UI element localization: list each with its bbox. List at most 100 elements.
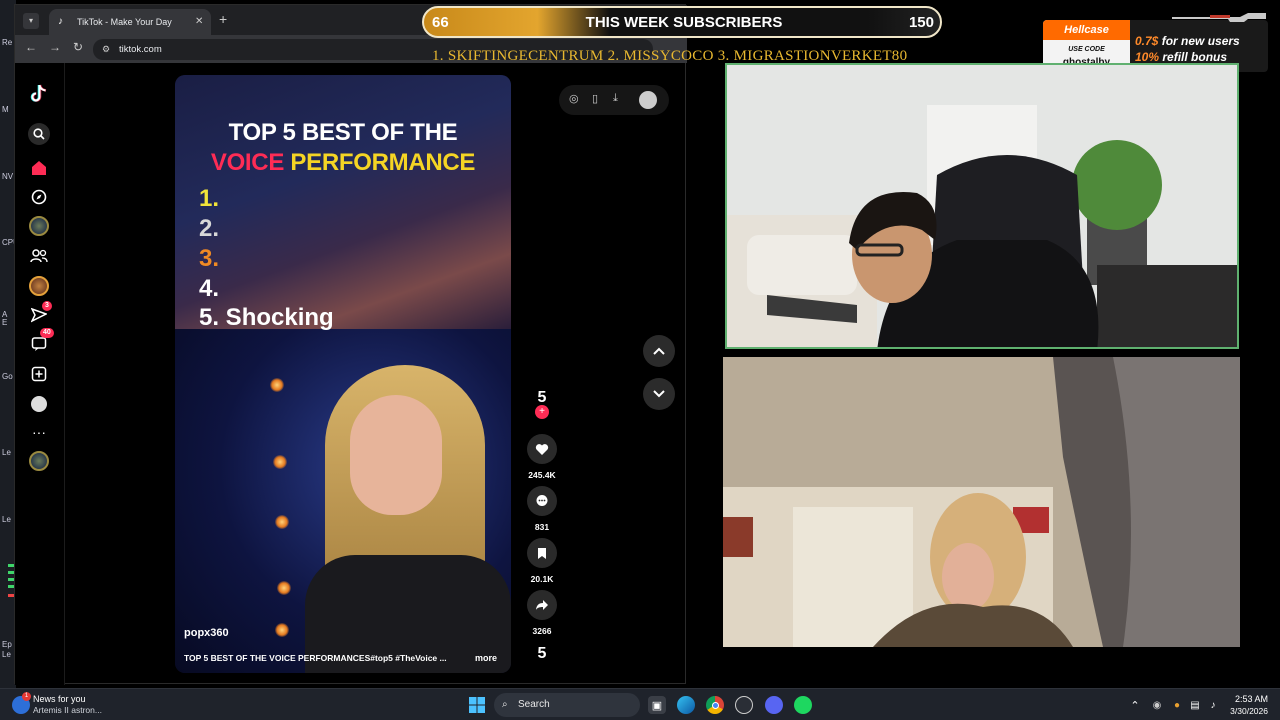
spotify-icon[interactable] <box>794 696 812 714</box>
video-title-frame <box>175 75 511 329</box>
news-title[interactable]: News for you <box>33 694 86 704</box>
upload-icon[interactable] <box>28 363 50 385</box>
video-username[interactable]: popx360 <box>184 627 229 639</box>
account-avatar-icon[interactable] <box>28 450 50 472</box>
next-video-button[interactable] <box>643 378 675 410</box>
save-button[interactable]: 20.1K <box>521 538 563 584</box>
browser-window: ▾ ♪ TikTok - Make Your Day ✕ + ← → ↻ ⚙ t… <box>14 4 687 685</box>
download-icon[interactable]: ⤓ <box>613 92 618 105</box>
comment-count: 831 <box>534 522 550 532</box>
bottom-count: 5 <box>537 645 547 662</box>
compass-icon[interactable]: ◎ <box>569 92 579 105</box>
list-item: 4. <box>199 275 220 302</box>
home-icon[interactable] <box>28 157 50 179</box>
messages-badge: 40 <box>40 328 54 338</box>
search-placeholder: Search <box>518 699 550 710</box>
video-title-line2: VOICE PERFORMANCE <box>175 149 511 177</box>
bookmark-icon <box>527 538 557 568</box>
network-icon[interactable]: ▤ <box>1186 696 1204 714</box>
site-info-icon[interactable]: ⚙ <box>102 39 110 60</box>
reload-icon[interactable]: ↻ <box>73 40 83 54</box>
video-description: TOP 5 BEST OF THE VOICE PERFORMANCES#top… <box>184 653 447 663</box>
task-view-icon[interactable]: ▣ <box>648 696 666 714</box>
discord-icon[interactable] <box>765 696 783 714</box>
hellcase-logo: Hellcase <box>1043 20 1130 40</box>
comment-icon <box>527 486 557 516</box>
chrome-icon[interactable] <box>706 696 724 714</box>
edge-icon[interactable] <box>677 696 695 714</box>
ad-offer-line1: 0.7$ for new users <box>1135 34 1240 48</box>
share-button[interactable]: 3266 <box>521 590 563 636</box>
search-icon: ⌕ <box>502 699 508 710</box>
share-count: 3266 <box>532 626 552 636</box>
live-avatar-icon[interactable] <box>28 275 50 297</box>
start-icon[interactable] <box>468 696 486 714</box>
forward-icon[interactable]: → <box>49 40 61 54</box>
windows-taskbar: 1 News for you Artemis II astron... ⌕ Se… <box>0 688 1280 720</box>
friends-icon[interactable] <box>28 245 50 267</box>
profile-avatar-icon[interactable] <box>28 393 50 415</box>
guest-webcam <box>723 357 1240 647</box>
list-item: 1. <box>199 185 220 212</box>
tab-tiktok[interactable]: ♪ TikTok - Make Your Day ✕ <box>49 9 211 35</box>
tray-app-icon[interactable]: ◉ <box>1148 696 1166 714</box>
back-icon[interactable]: ← <box>25 40 37 54</box>
tiktok-favicon-icon: ♪ <box>58 16 63 27</box>
mobile-icon[interactable]: ▯ <box>592 92 598 105</box>
taskbar-time[interactable]: 2:53 AM <box>1228 694 1268 704</box>
inbox-badge: 3 <box>42 301 52 311</box>
sub-goal-target: 150 <box>908 14 934 31</box>
like-button[interactable]: 245.4K <box>521 434 563 480</box>
video-player[interactable]: TOP 5 BEST OF THE VOICE PERFORMANCE 1. 2… <box>175 75 511 673</box>
search-icon[interactable] <box>28 123 50 145</box>
sub-goal-title: THIS WEEK SUBSCRIBERS <box>585 14 783 31</box>
ad-amount-1: 0.7$ <box>1135 34 1159 48</box>
microphone-icon[interactable]: ● <box>1168 696 1186 714</box>
creator-avatar[interactable]: 5 + <box>521 389 563 419</box>
new-tab-icon[interactable]: + <box>219 11 227 27</box>
streamer-webcam <box>725 63 1239 349</box>
taskbar-date[interactable]: 3/30/2026 <box>1218 706 1268 716</box>
explore-icon[interactable] <box>28 186 50 208</box>
previous-video-button[interactable] <box>643 335 675 367</box>
comment-button[interactable]: 831 <box>521 486 563 532</box>
list-item: 5. Shocking <box>199 304 334 331</box>
inbox-icon[interactable]: 3 <box>28 301 52 326</box>
video-controls-pill: ◎ ▯ ⤓ <box>559 85 669 115</box>
messages-icon[interactable]: 40 <box>28 328 54 355</box>
share-icon <box>527 590 557 620</box>
ad-text-2: refill bonus <box>1162 50 1228 64</box>
url-text: tiktok.com <box>119 44 162 55</box>
tab-list-button[interactable]: ▾ <box>23 13 39 29</box>
user-avatar-icon[interactable] <box>639 91 657 109</box>
video-title-line1: TOP 5 BEST OF THE <box>228 119 458 146</box>
save-count: 20.1K <box>530 574 554 584</box>
creator-avatar-text: 5 <box>537 389 547 406</box>
tiktok-sidebar: 3 40 ··· <box>15 63 65 685</box>
close-tab-icon[interactable]: ✕ <box>195 9 203 35</box>
tray-overflow-icon[interactable]: ⌃ <box>1126 696 1144 714</box>
title-word-performance: PERFORMANCE <box>290 149 476 176</box>
tab-title: TikTok - Make Your Day <box>77 17 172 27</box>
following-avatar-icon[interactable] <box>28 215 50 237</box>
follow-plus-icon[interactable]: + <box>535 405 549 419</box>
news-subtitle[interactable]: Artemis II astron... <box>33 705 102 715</box>
ad-amount-2: 10% <box>1135 50 1160 64</box>
performer-face <box>350 395 442 515</box>
list-item: 3. <box>199 245 220 272</box>
ad-text-1: for new users <box>1161 34 1240 48</box>
rifle-graphic <box>1170 10 1270 22</box>
heart-icon <box>527 434 557 464</box>
taskbar-search[interactable]: ⌕ Search <box>494 693 640 717</box>
use-code-label: USE CODE <box>1068 46 1105 53</box>
more-icon[interactable]: ··· <box>28 421 50 443</box>
weather-widget-icon[interactable]: 1 <box>12 692 31 714</box>
list-item: 2. <box>199 215 220 242</box>
subscriber-goal-banner: 66 THIS WEEK SUBSCRIBERS 150 <box>422 6 942 38</box>
more-link[interactable]: more <box>475 653 497 663</box>
like-count: 245.4K <box>528 470 556 480</box>
obs-icon[interactable] <box>735 696 753 714</box>
tiktok-logo-icon[interactable] <box>28 83 50 105</box>
ad-offer-line2: 10% refill bonus <box>1135 50 1227 64</box>
title-word-voice: VOICE <box>210 149 285 176</box>
